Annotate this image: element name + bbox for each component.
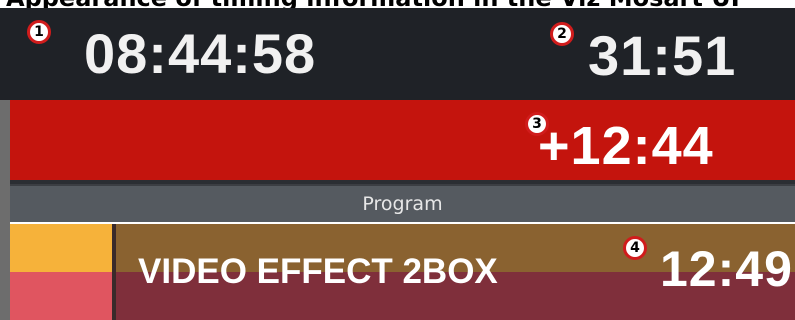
callout-marker-1: 1 [27,20,51,44]
program-item-duration: 12:49 [660,241,793,297]
callout-marker-3: 3 [525,112,549,136]
remaining-time: 31:51 [588,24,737,87]
program-header[interactable]: Program [10,184,795,222]
callout-marker-4: 4 [623,236,647,260]
clock-time: 08:44:58 [84,22,317,85]
over-under-time: +12:44 [538,116,714,176]
callout-marker-2: 2 [550,22,574,46]
program-label: Program [362,193,443,215]
left-rule [0,100,10,320]
item-type-swatch-top [10,224,112,272]
program-item-title: VIDEO EFFECT 2BOX [138,252,498,291]
item-type-swatch-bottom [10,272,112,320]
